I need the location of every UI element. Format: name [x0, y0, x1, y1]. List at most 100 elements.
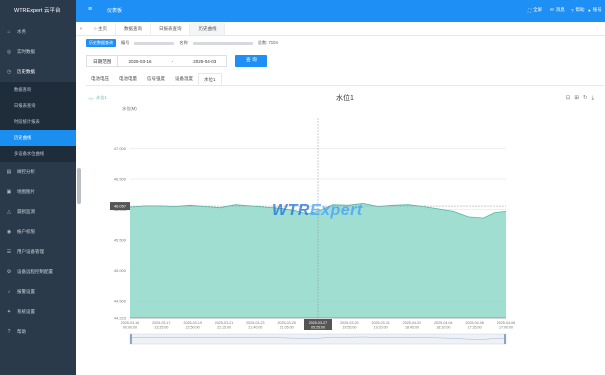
- x-tick-label: 2025-03-16: [121, 321, 139, 325]
- page-tabs: « ○ 主页 数据查询 日报表查询 历史曲线: [76, 22, 605, 36]
- sidebar-submenu: 数据查询 日报表查询 时段统计报表 历史曲线 多设备水位曲线: [0, 82, 76, 162]
- tabs-scroll-left-icon[interactable]: «: [76, 26, 86, 32]
- sidebar-sub-data-query[interactable]: 数据查询: [0, 82, 76, 98]
- x-tick-label-time: 21:05:00: [280, 326, 294, 330]
- tab-water-level[interactable]: 水位1: [198, 73, 222, 85]
- y-tick-label: 45.500: [114, 238, 127, 243]
- watermark-logo: WTRExpert: [272, 202, 363, 219]
- sidebar-item-alarm[interactable]: ♪ 报警设置: [0, 282, 76, 302]
- sidebar-sub-daily-report[interactable]: 日报表查询: [0, 98, 76, 114]
- help-button[interactable]: ? 帮助: [571, 7, 585, 13]
- sidebar-item-home[interactable]: ⌂ 水务: [0, 22, 76, 42]
- x-tick-label: 2025-03-23: [246, 321, 264, 325]
- x-tick-label-time: 18:10:00: [436, 326, 450, 330]
- sidebar-item-help[interactable]: ? 帮助: [0, 322, 76, 342]
- sidebar-item-leak[interactable]: △ 漏损监测: [0, 202, 76, 222]
- analysis-icon: ▤: [6, 169, 12, 175]
- query-bar: 日期范围 2025-03-16 - 2025-04-03 查 询: [86, 52, 604, 70]
- restore-icon[interactable]: ↻: [583, 95, 588, 102]
- x-tick-label: 2025-03-17: [152, 321, 170, 325]
- app-title: WTRExpert 云平台: [0, 0, 76, 22]
- chart-title: 水位1: [336, 95, 354, 102]
- crosshair-x-time: 05:25:00: [311, 326, 325, 330]
- legend-line-icon: -◇-: [88, 95, 95, 101]
- date-range-picker[interactable]: 2025-03-16 - 2025-04-03: [117, 55, 228, 67]
- sidebar-sub-history-curve[interactable]: 历史曲线: [0, 130, 76, 146]
- tab-history-curve[interactable]: 历史曲线: [190, 22, 226, 35]
- zoom-icon[interactable]: ⊡: [566, 95, 571, 102]
- tab-temperature[interactable]: 设备温度: [170, 73, 198, 85]
- info-label-name: 名称: [179, 40, 188, 45]
- remote-icon: ⚙: [6, 269, 12, 275]
- x-tick-label: 2025-04-08: [497, 321, 515, 325]
- y-tick-label: 47.000: [114, 146, 127, 151]
- fullscreen-button[interactable]: ⛶ 全屏: [528, 7, 542, 13]
- map-icon: ▣: [6, 189, 12, 195]
- x-tick-label: 2025-03-25: [277, 321, 295, 325]
- start-date[interactable]: 2025-03-16: [128, 59, 151, 64]
- crosshair-x-date: 2025-03-27: [309, 321, 327, 325]
- x-tick-label-time: 17:35:00: [468, 326, 482, 330]
- x-tick-label-time: 19:55:00: [342, 326, 356, 330]
- message-button[interactable]: ✉ 消息: [550, 7, 565, 13]
- redacted-code: [134, 41, 175, 45]
- sidebar-sub-period-report[interactable]: 时段统计报表: [0, 114, 76, 130]
- x-tick-label-time: 22:50:00: [186, 326, 200, 330]
- tab-home[interactable]: ○ 主页: [86, 22, 116, 35]
- sidebar-item-realtime[interactable]: ◎ 实时数据: [0, 42, 76, 62]
- zoom-reset-icon[interactable]: ⊞: [574, 95, 579, 102]
- y-tick-label: 44.223: [114, 316, 127, 321]
- help-icon: ?: [7, 329, 11, 335]
- device-icon: ☰: [6, 249, 12, 255]
- home-icon: ⌂: [7, 29, 11, 35]
- help-circle-icon: ?: [571, 7, 574, 13]
- info-label-code: 编号: [121, 40, 130, 45]
- date-range-label: 日期范围: [86, 55, 118, 67]
- tab-signal[interactable]: 信号强度: [142, 73, 170, 85]
- y-tick-label: 45.000: [114, 268, 127, 273]
- x-tick-label-time: 00:00:00: [123, 326, 137, 330]
- device-info-bar: 历史数据查询 编号 名称 总数: 7104: [86, 39, 278, 47]
- tab-battery-voltage[interactable]: 电池电压: [86, 73, 114, 85]
- crosshair-y-value: 46.057: [114, 204, 127, 209]
- x-tick-label: 2025-03-19: [183, 321, 201, 325]
- end-date[interactable]: 2025-04-03: [193, 59, 216, 64]
- x-tick-label: 2025-03-29: [340, 321, 358, 325]
- x-tick-label: 2025-04-06: [465, 321, 483, 325]
- menu-toggle-icon[interactable]: ≡: [88, 6, 92, 13]
- bell-icon: ♪: [7, 289, 11, 295]
- account-button[interactable]: ● 账号: [588, 7, 602, 13]
- breadcrumb[interactable]: 仪表板: [107, 7, 122, 14]
- sidebar-scrollbar[interactable]: [77, 168, 81, 204]
- metric-tabs: 电池电压 电池电量 信号强度 设备温度 水位1: [86, 73, 604, 86]
- sidebar-item-analysis[interactable]: ▤ 阀控分析: [0, 162, 76, 182]
- area-chart[interactable]: 水位(M)44.22344.50045.00045.50046.00046.50…: [86, 90, 604, 360]
- tab-daily-report[interactable]: 日报表查询: [151, 22, 191, 35]
- monitor-icon: ◎: [6, 49, 12, 55]
- x-tick-label: 2025-03-21: [215, 321, 233, 325]
- chart-legend[interactable]: -◇- 水位1: [88, 95, 107, 101]
- sidebar-item-remote[interactable]: ⚙ 设备远程控制配置: [0, 262, 76, 282]
- query-button[interactable]: 查 询: [235, 55, 268, 67]
- tab-battery-level[interactable]: 电池电量: [114, 73, 142, 85]
- sidebar-item-settings[interactable]: ✦ 系统设置: [0, 302, 76, 322]
- sidebar-item-history[interactable]: ◷ 历史数据: [0, 62, 76, 82]
- x-tick-label-time: 19:20:00: [374, 326, 388, 330]
- x-tick-label: 2025-04-04: [434, 321, 452, 325]
- sidebar-sub-multi-level[interactable]: 多设备水位曲线: [0, 146, 76, 162]
- sidebar-item-device[interactable]: ☰ 用户设备管理: [0, 242, 76, 262]
- sidebar-item-account[interactable]: ◉ 帐户权限: [0, 222, 76, 242]
- chart-toolbox: ⊡ ⊞ ↻ ⤓: [566, 95, 594, 102]
- tab-data-query[interactable]: 数据查询: [116, 22, 151, 35]
- info-tag: 历史数据查询: [86, 39, 116, 47]
- info-total: 总数: 7104: [257, 40, 278, 45]
- datazoom-handle-right: [504, 334, 506, 344]
- sidebar-item-map[interactable]: ▣ 地图图片: [0, 182, 76, 202]
- account-icon: ◉: [6, 229, 12, 235]
- alert-icon: △: [7, 209, 11, 215]
- x-tick-label-time: 22:15:00: [217, 326, 231, 330]
- x-tick-label-time: 21:40:00: [248, 326, 262, 330]
- date-separator: -: [171, 58, 174, 64]
- download-icon[interactable]: ⤓: [592, 95, 594, 102]
- redacted-name: [192, 41, 253, 45]
